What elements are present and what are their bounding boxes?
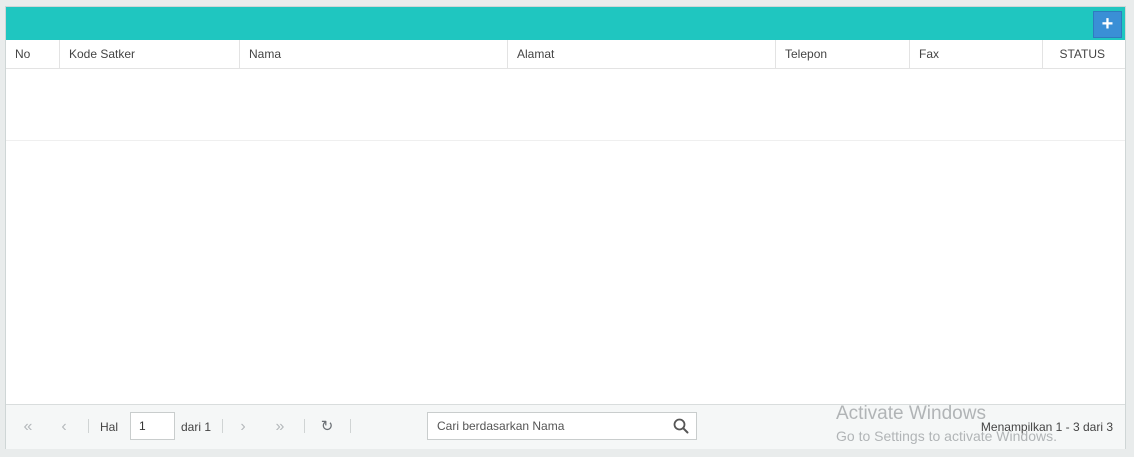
- pager-separator: [88, 419, 89, 433]
- column-header-no[interactable]: No: [6, 40, 60, 69]
- grid-panel: + No Kode Satker Nama Alamat Telepon Fax…: [5, 6, 1126, 449]
- pager-separator: [304, 419, 305, 433]
- first-page-icon[interactable]: «: [17, 415, 39, 439]
- pager-separator: [350, 419, 351, 433]
- column-header-telepon[interactable]: Telepon: [776, 40, 910, 69]
- column-header-nama[interactable]: Nama: [240, 40, 508, 69]
- column-header-status[interactable]: STATUS: [1043, 40, 1125, 69]
- prev-page-icon[interactable]: ‹: [53, 415, 75, 439]
- column-header-fax[interactable]: Fax: [910, 40, 1043, 69]
- page-number-input[interactable]: [130, 412, 175, 440]
- page-count-label: dari 1: [181, 420, 212, 434]
- pagination-bar: « ‹ Hal dari 1 › » ↻ Menampilkan 1 - 3 d…: [6, 404, 1125, 449]
- table-row: [6, 140, 1125, 141]
- column-header-alamat[interactable]: Alamat: [508, 40, 776, 69]
- add-button[interactable]: +: [1093, 11, 1122, 38]
- search-icon[interactable]: [673, 418, 689, 434]
- table-body: [6, 70, 1125, 404]
- next-page-icon[interactable]: ›: [232, 415, 254, 439]
- pager-separator: [222, 419, 223, 433]
- search-input[interactable]: [428, 413, 668, 439]
- search-box: [427, 412, 697, 440]
- column-header-kode-satker[interactable]: Kode Satker: [60, 40, 240, 69]
- grid-toolbar: +: [6, 7, 1125, 40]
- paging-info: Menampilkan 1 - 3 dari 3: [980, 420, 1113, 434]
- refresh-icon[interactable]: ↻: [316, 415, 338, 439]
- page-label: Hal: [100, 420, 119, 434]
- last-page-icon[interactable]: »: [269, 415, 291, 439]
- table-header: No Kode Satker Nama Alamat Telepon Fax S…: [6, 40, 1125, 69]
